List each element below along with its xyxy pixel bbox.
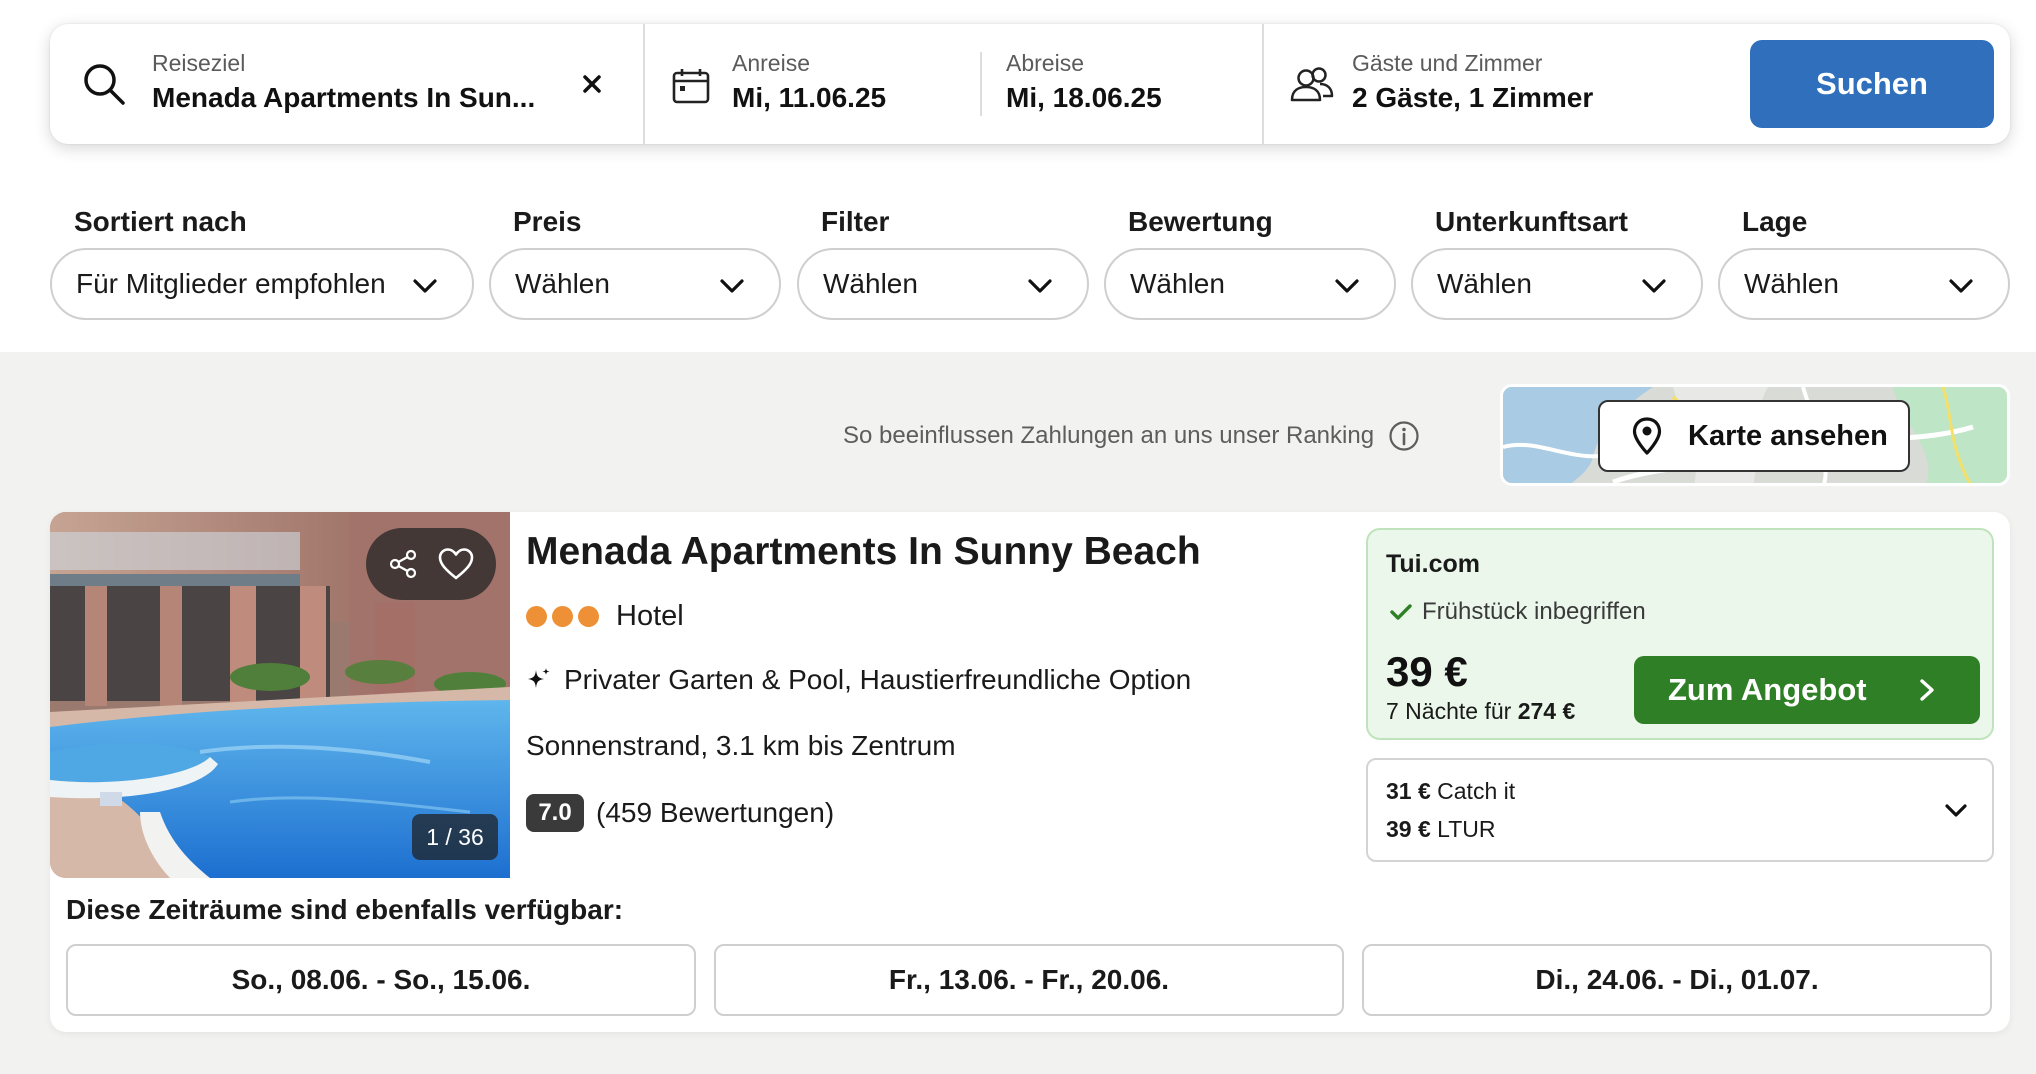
other-offer-row: 31 € Catch it (1386, 778, 1515, 805)
photo-counter: 1 / 36 (412, 814, 498, 860)
filter-accommodation-value: Wählen (1437, 268, 1532, 299)
star-dot (578, 606, 599, 627)
filter-accommodation-select[interactable]: Wählen (1411, 248, 1703, 320)
hotel-features-text: Privater Garten & Pool, Haustierfreundli… (564, 664, 1192, 695)
filter-filter-label: Filter (821, 206, 890, 237)
sparkle-icon (526, 666, 552, 694)
checkout-value[interactable]: Mi, 18.06.25 (1006, 82, 1162, 114)
alt-date-option[interactable]: Fr., 13.06. - Fr., 20.06. (714, 944, 1344, 1016)
filter-sort-value: Für Mitglieder empfohlen (76, 268, 386, 299)
destination-field[interactable]: Reiseziel Menada Apartments In Sun... (50, 24, 644, 144)
filter-price: Preis Wählen (489, 200, 781, 320)
hotel-name[interactable]: Menada Apartments In Sunny Beach (526, 530, 1201, 574)
hotel-type-label: Hotel (616, 600, 684, 632)
map-pin-icon (1632, 417, 1662, 455)
offer-total: 7 Nächte für 274 € (1386, 698, 1575, 725)
alt-date-option[interactable]: So., 08.06. - So., 15.06. (66, 944, 696, 1016)
view-map-label: Karte ansehen (1688, 419, 1888, 452)
other-offer-provider: LTUR (1437, 816, 1496, 842)
photo-actions (366, 528, 496, 600)
filter-accommodation-label: Unterkunftsart (1435, 206, 1628, 237)
chevron-down-icon (1944, 800, 1968, 822)
divider (643, 24, 645, 144)
filter-sort-label: Sortiert nach (74, 206, 247, 237)
filter-location-select[interactable]: Wählen (1718, 248, 2010, 320)
filter-filter-select[interactable]: Wählen (797, 248, 1089, 320)
hotel-type: Hotel (526, 600, 684, 633)
chevron-down-icon (1334, 274, 1360, 298)
rating-badge: 7.0 (526, 794, 584, 832)
alt-date-option[interactable]: Di., 24.06. - Di., 01.07. (1362, 944, 1992, 1016)
filter-rating: Bewertung Wählen (1104, 200, 1396, 320)
other-offer-row: 39 € LTUR (1386, 816, 1496, 843)
chevron-down-icon (1948, 274, 1974, 298)
view-deal-button[interactable]: Zum Angebot (1634, 656, 1980, 724)
chevron-down-icon (412, 274, 438, 298)
share-icon[interactable] (387, 548, 419, 580)
search-bar: Reiseziel Menada Apartments In Sun... An… (50, 24, 2010, 144)
destination-value[interactable]: Menada Apartments In Sun... (152, 82, 535, 114)
offer-total-price: 274 € (1517, 698, 1576, 724)
guests-label: Gäste und Zimmer (1352, 50, 1543, 76)
filter-location-value: Wählen (1744, 268, 1839, 299)
other-offers-dropdown[interactable]: 31 € Catch it 39 € LTUR (1366, 758, 1994, 862)
other-offer-price: 39 € (1386, 816, 1431, 842)
checkin-value[interactable]: Mi, 11.06.25 (732, 82, 886, 114)
checkout-label: Abreise (1006, 50, 1084, 76)
filter-sort-select[interactable]: Für Mitglieder empfohlen (50, 248, 474, 320)
guests-icon (1290, 66, 1334, 104)
guests-value[interactable]: 2 Gäste, 1 Zimmer (1352, 82, 1593, 114)
offer-nights-text: 7 Nächte für (1386, 698, 1512, 724)
other-offer-provider: Catch it (1437, 778, 1516, 804)
info-icon (1388, 420, 1420, 452)
offer-price: 39 € (1386, 648, 1468, 695)
breakfast-info: Frühstück inbegriffen (1390, 598, 1646, 626)
filter-filter: Filter Wählen (797, 200, 1089, 320)
filter-price-label: Preis (513, 206, 582, 237)
calendar-icon (672, 68, 710, 104)
ranking-info-link[interactable]: So beeinflussen Zahlungen an uns unser R… (843, 418, 1420, 454)
heart-icon[interactable] (437, 547, 475, 581)
filter-location: Lage Wählen (1718, 200, 2010, 320)
filter-location-label: Lage (1742, 206, 1808, 237)
filter-rating-select[interactable]: Wählen (1104, 248, 1396, 320)
guests-field[interactable]: Gäste und Zimmer 2 Gäste, 1 Zimmer (1264, 24, 1734, 144)
ranking-text: So beeinflussen Zahlungen an uns unser R… (843, 422, 1375, 449)
view-map-button[interactable]: Karte ansehen (1598, 400, 1910, 472)
star-dot (552, 606, 573, 627)
filter-filter-value: Wählen (823, 268, 918, 299)
search-icon (82, 62, 126, 106)
filter-rating-value: Wählen (1130, 268, 1225, 299)
filter-rating-label: Bewertung (1128, 206, 1273, 237)
star-dot (526, 606, 547, 627)
other-offer-price: 31 € (1386, 778, 1431, 804)
check-icon (1390, 603, 1412, 621)
offer-provider: Tui.com (1386, 550, 1480, 578)
alt-dates-title: Diese Zeiträume sind ebenfalls verfügbar… (66, 894, 624, 925)
review-count: (459 Bewertungen) (596, 797, 835, 828)
close-icon[interactable] (574, 66, 610, 102)
destination-label: Reiseziel (152, 50, 246, 76)
filter-sort: Sortiert nach Für Mitglieder empfohlen (50, 200, 474, 320)
search-button[interactable]: Suchen (1750, 40, 1994, 128)
hotel-features: Privater Garten & Pool, Haustierfreundli… (526, 664, 1191, 696)
hotel-location: Sonnenstrand, 3.1 km bis Zentrum (526, 730, 956, 761)
checkin-label: Anreise (732, 50, 810, 76)
breakfast-text: Frühstück inbegriffen (1422, 598, 1646, 625)
filter-price-select[interactable]: Wählen (489, 248, 781, 320)
filter-price-value: Wählen (515, 268, 610, 299)
chevron-right-icon (1918, 678, 1936, 702)
hotel-rating[interactable]: 7.0 (459 Bewertungen) (526, 794, 834, 832)
view-deal-label: Zum Angebot (1668, 672, 1867, 707)
filter-accommodation: Unterkunftsart Wählen (1411, 200, 1703, 320)
chevron-down-icon (1641, 274, 1667, 298)
checkin-field[interactable]: Anreise Mi, 11.06.25 (646, 24, 908, 144)
chevron-down-icon (1027, 274, 1053, 298)
chevron-down-icon (719, 274, 745, 298)
